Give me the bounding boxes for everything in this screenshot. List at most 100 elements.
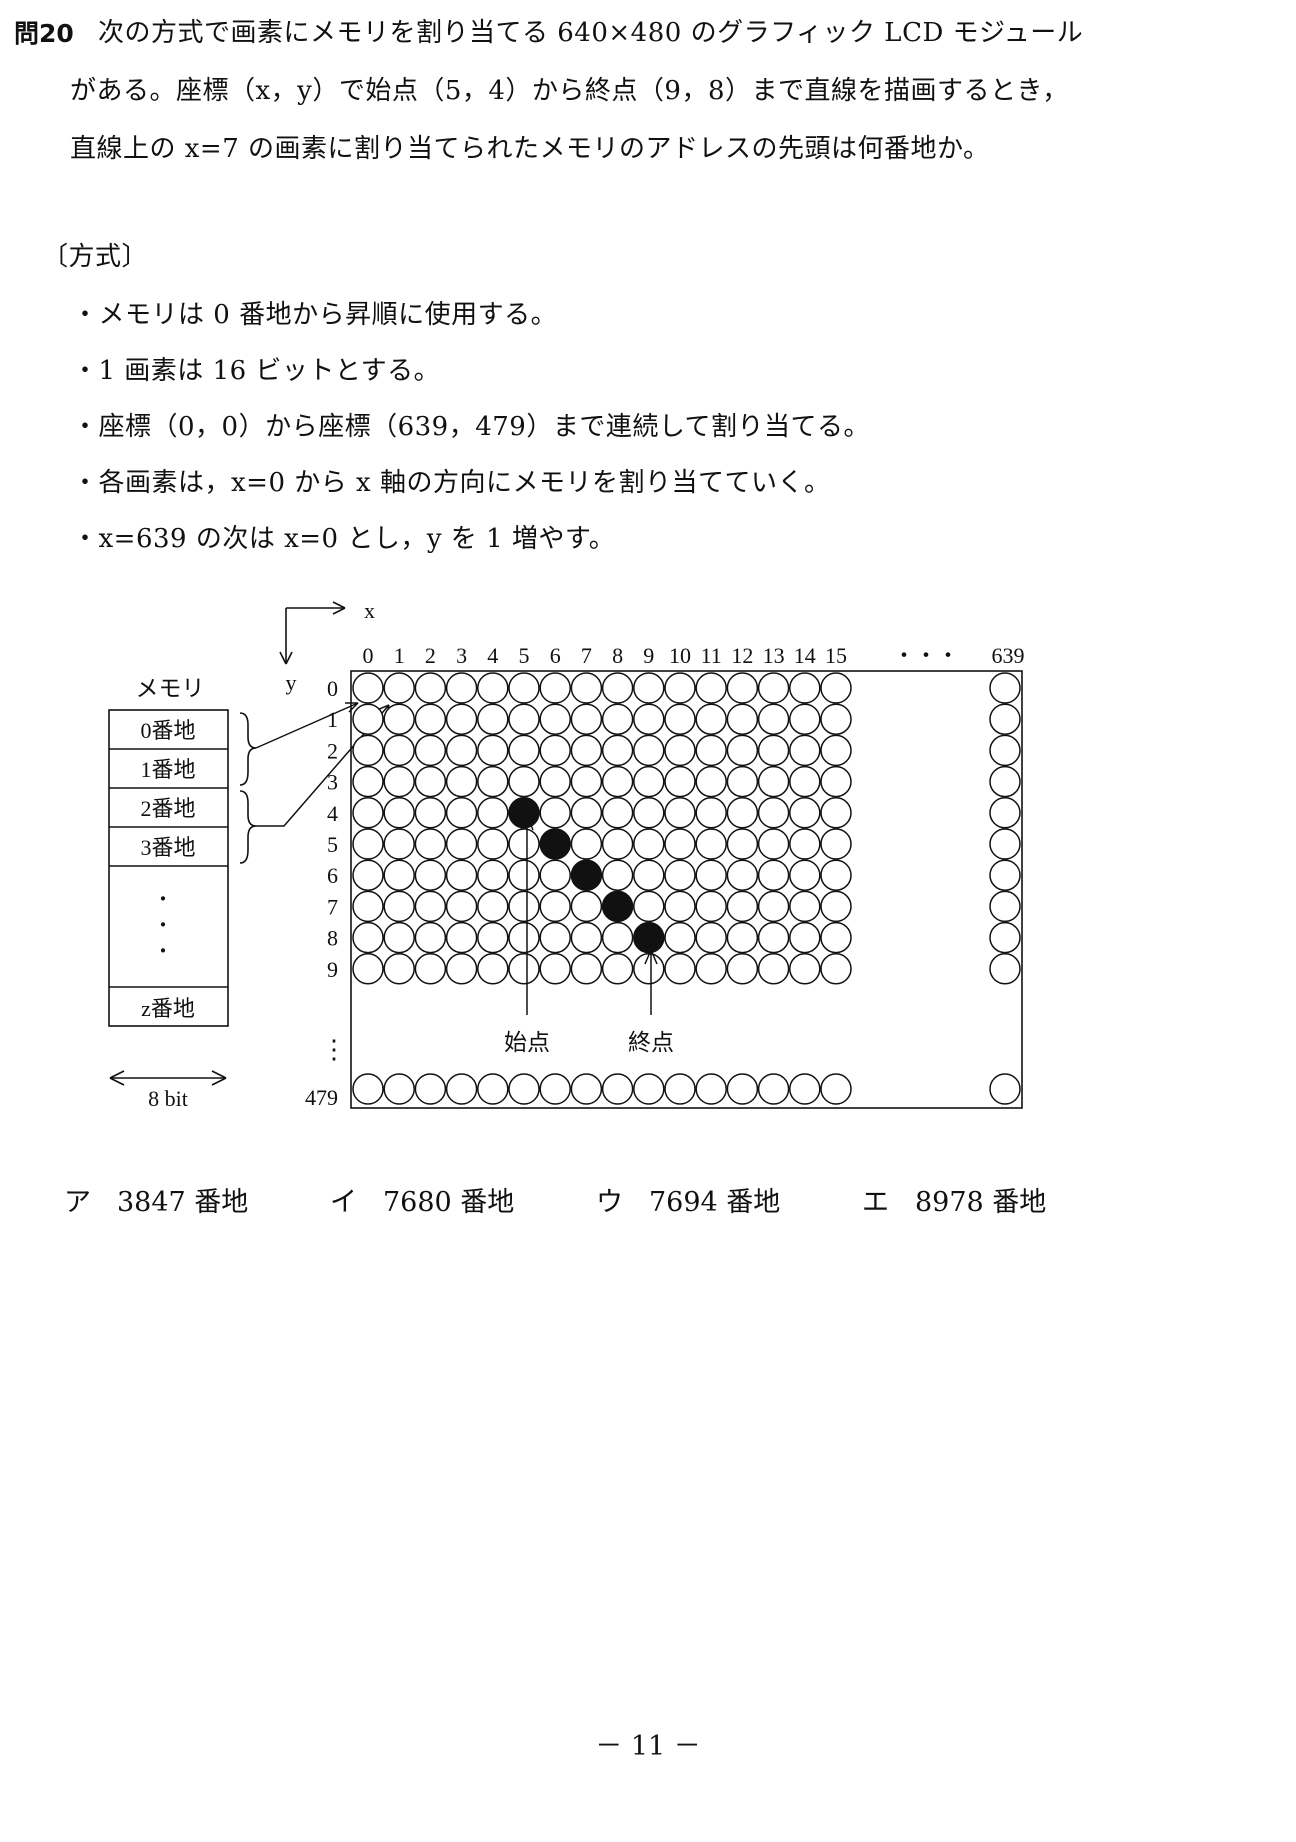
pixel-corner	[989, 1073, 1021, 1105]
pixel	[352, 703, 384, 735]
pixel	[695, 734, 727, 767]
pixel-last-row	[820, 1073, 852, 1105]
pixel-last-column	[989, 672, 1021, 704]
pixel	[757, 672, 790, 704]
pixel	[726, 734, 759, 767]
pixel-last-row	[757, 1073, 790, 1105]
start-label: 始点	[504, 1030, 550, 1055]
choice-b[interactable]: イ 7680 番地	[330, 1180, 514, 1219]
pixel	[539, 953, 571, 985]
page-number: － 11 －	[595, 1731, 701, 1762]
pixel	[477, 890, 509, 923]
pixel	[633, 859, 665, 891]
pixel	[414, 828, 447, 860]
pixel	[664, 921, 696, 954]
pixel	[445, 828, 478, 860]
pixel	[508, 765, 540, 798]
pixel	[383, 921, 415, 954]
pixel	[477, 828, 509, 860]
pixel	[383, 859, 415, 891]
pixel	[414, 734, 447, 767]
x-tick-label: 9	[643, 643, 654, 668]
pixel	[508, 828, 540, 860]
pixel	[352, 672, 384, 704]
choice-d[interactable]: エ 8978 番地	[862, 1180, 1046, 1219]
pixel-last-column	[989, 859, 1021, 891]
pixel-filled	[570, 859, 603, 891]
y-tick-label: 2	[327, 738, 338, 763]
y-tick-label: 7	[327, 894, 338, 919]
pixel	[789, 890, 821, 923]
x-tick-label: 11	[701, 643, 722, 668]
pixel-last-row	[508, 1073, 540, 1105]
method-bullet-4: ・各画素は，x=0 から x 軸の方向にメモリを割り当てていく。	[72, 468, 831, 498]
pixel	[383, 703, 415, 735]
y-tick-label: 1	[327, 707, 338, 732]
pixel	[445, 890, 478, 923]
pixel	[664, 703, 696, 735]
memory-cell-0: 0番地	[140, 718, 195, 743]
x-tick-label: 12	[731, 643, 753, 668]
pixel	[664, 828, 696, 860]
pixel	[383, 765, 415, 798]
y-tick-label: 8	[327, 926, 338, 951]
pixel	[820, 890, 852, 923]
pixel	[789, 828, 821, 860]
pixel-last-row	[695, 1073, 727, 1105]
x-tick-label: 13	[763, 643, 785, 668]
pixel	[601, 921, 634, 954]
choice-a-key: ア	[64, 1187, 91, 1218]
x-tick-label: 4	[487, 643, 498, 668]
y-ellipsis: ⋮	[321, 1035, 347, 1064]
x-tick-label: 10	[669, 643, 691, 668]
pixel	[633, 828, 665, 860]
pixel-last-column	[989, 953, 1021, 985]
pixel	[633, 703, 665, 735]
pixel	[789, 765, 821, 798]
x-tick-label: 6	[550, 643, 561, 668]
memory-cell-2: 2番地	[140, 796, 195, 821]
pixel	[820, 921, 852, 954]
pixel	[383, 672, 415, 704]
memory-cell-3: 3番地	[140, 835, 195, 860]
pixel	[757, 890, 790, 923]
pixel	[383, 890, 415, 923]
pointer-pixel-0	[255, 702, 359, 749]
choice-c-text: 7694 番地	[649, 1187, 781, 1218]
pixel	[664, 797, 696, 829]
pixel	[570, 828, 603, 860]
method-bullet-3: ・座標（0，0）から座標（639，479）まで連続して割り当てる。	[72, 412, 871, 442]
pixel	[508, 859, 540, 891]
choice-c[interactable]: ウ 7694 番地	[596, 1180, 780, 1219]
method-bullet-5: ・x=639 の次は x=0 とし，y を 1 増やす。	[72, 524, 616, 554]
pixel	[508, 953, 540, 985]
choice-d-key: エ	[862, 1187, 889, 1218]
pixel-grid	[352, 672, 1021, 1105]
pixel	[695, 859, 727, 891]
pixel	[757, 828, 790, 860]
choice-a[interactable]: ア 3847 番地	[64, 1180, 248, 1219]
pixel	[695, 953, 727, 985]
x-tick-label: 5	[519, 643, 530, 668]
pixel	[757, 797, 790, 829]
pixel-last-row	[383, 1073, 415, 1105]
pixel	[570, 765, 603, 798]
pixel-last-column	[989, 734, 1021, 767]
pixel	[820, 765, 852, 798]
pixel-last-row	[539, 1073, 571, 1105]
memory-cell-1: 1番地	[140, 757, 195, 782]
pixel	[508, 703, 540, 735]
y-tick-label: 9	[327, 957, 338, 982]
pixel	[726, 672, 759, 704]
pixel	[477, 859, 509, 891]
memory-dot-2: ・	[153, 915, 173, 937]
memory-cell-z: z番地	[141, 996, 195, 1021]
pixel	[445, 734, 478, 767]
pixel	[570, 890, 603, 923]
pixel	[820, 859, 852, 891]
pixel	[570, 703, 603, 735]
pixel	[352, 953, 384, 985]
pixel	[414, 797, 447, 829]
pixel	[477, 734, 509, 767]
pixel	[508, 734, 540, 767]
